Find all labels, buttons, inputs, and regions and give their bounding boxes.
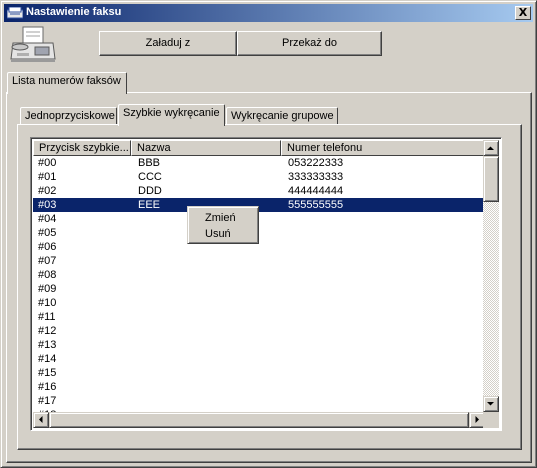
fax-machine-icon — [10, 26, 56, 62]
speed-dial-list[interactable]: Przycisk szybkie... Nazwa Numer telefonu… — [30, 137, 502, 431]
name-cell: CCC — [138, 171, 162, 183]
speed-key-cell: #04 — [38, 213, 57, 225]
column-header-phone[interactable]: Numer telefonu — [281, 140, 485, 156]
menu-item-delete[interactable]: Usuń — [205, 226, 231, 242]
table-row[interactable]: #02 DDD 444444444 — [33, 184, 485, 198]
scroll-left-button[interactable] — [33, 412, 49, 428]
scroll-left-icon — [39, 416, 43, 423]
close-button[interactable]: X — [515, 6, 531, 20]
column-header-name[interactable]: Nazwa — [131, 140, 281, 156]
table-row[interactable]: #14 — [33, 352, 485, 366]
speed-key-cell: #17 — [38, 395, 57, 407]
fax-title-icon — [7, 7, 23, 19]
speed-key-cell: #12 — [38, 325, 57, 337]
speed-key-cell: #07 — [38, 255, 57, 267]
table-row[interactable]: #15 — [33, 366, 485, 380]
speed-key-cell: #06 — [38, 241, 57, 253]
table-row[interactable]: #05 — [33, 226, 485, 240]
speed-key-cell: #13 — [38, 339, 57, 351]
table-row[interactable]: #13 — [33, 338, 485, 352]
table-row[interactable]: #04 — [33, 212, 485, 226]
speed-key-cell: #14 — [38, 353, 57, 365]
scroll-up-button[interactable] — [483, 140, 499, 156]
scrollbar-corner — [483, 412, 499, 428]
speed-key-cell: #03 — [38, 199, 57, 211]
vertical-scrollbar[interactable] — [483, 140, 499, 412]
vertical-scroll-thumb[interactable] — [483, 156, 499, 202]
phone-cell: 444444444 — [288, 185, 344, 197]
table-row[interactable]: #17 — [33, 394, 485, 408]
table-row[interactable]: #03 EEE 555555555 — [33, 198, 485, 212]
speed-key-cell: #16 — [38, 381, 57, 393]
speed-key-cell: #01 — [38, 171, 57, 183]
tab-speed-dial[interactable]: Szybkie wykręcanie — [118, 104, 225, 126]
table-row[interactable]: #09 — [33, 282, 485, 296]
speed-key-cell: #15 — [38, 367, 57, 379]
window-title: Nastawienie faksu — [26, 6, 122, 18]
phone-cell: 555555555 — [288, 199, 344, 211]
menu-item-edit[interactable]: Zmień — [205, 210, 236, 226]
name-cell: BBB — [138, 157, 161, 169]
list-rows: #00 BBB 053222333 #01 CCC 333333333 #02 DDD 4444… — [33, 156, 485, 412]
scroll-down-icon — [487, 402, 494, 406]
context-menu: Zmień Usuń — [187, 206, 259, 244]
speed-key-cell: #02 — [38, 185, 57, 197]
table-row[interactable]: #16 — [33, 380, 485, 394]
phone-cell: 333333333 — [288, 171, 344, 183]
scroll-up-icon — [487, 146, 494, 150]
load-from-button[interactable]: Załaduj z — [99, 31, 237, 56]
scroll-right-icon — [475, 416, 479, 423]
table-row[interactable]: #01 CCC 333333333 — [33, 170, 485, 184]
speed-key-cell: #09 — [38, 283, 57, 295]
scroll-down-button[interactable] — [483, 396, 499, 412]
name-cell: EEE — [138, 199, 161, 211]
tab-fax-number-list[interactable]: Lista numerów faksów — [7, 72, 127, 94]
speed-key-cell: #08 — [38, 269, 57, 281]
table-row[interactable]: #07 — [33, 254, 485, 268]
table-row[interactable]: #08 — [33, 268, 485, 282]
table-row[interactable]: #06 — [33, 240, 485, 254]
column-header-speed-key[interactable]: Przycisk szybkie... — [33, 140, 131, 156]
list-header: Przycisk szybkie... Nazwa Numer telefonu — [33, 140, 485, 156]
table-row[interactable]: #00 BBB 053222333 — [33, 156, 485, 170]
close-icon: X — [518, 6, 528, 19]
fax-settings-window: Nastawienie faksu X Załaduj z Przekaż do… — [0, 0, 537, 468]
horizontal-scrollbar[interactable] — [33, 412, 485, 428]
phone-cell: 053222333 — [288, 157, 344, 169]
table-row[interactable]: #12 — [33, 324, 485, 338]
horizontal-scroll-thumb[interactable] — [49, 412, 469, 428]
name-cell: DDD — [138, 185, 162, 197]
speed-key-cell: #11 — [38, 311, 56, 323]
speed-key-cell: #05 — [38, 227, 57, 239]
transfer-to-button[interactable]: Przekaż do — [237, 31, 382, 56]
table-row[interactable]: #11 — [33, 310, 485, 324]
title-bar[interactable]: Nastawienie faksu X — [4, 4, 533, 22]
table-row[interactable]: #10 — [33, 296, 485, 310]
speed-key-cell: #10 — [38, 297, 57, 309]
speed-key-cell: #00 — [38, 157, 57, 169]
